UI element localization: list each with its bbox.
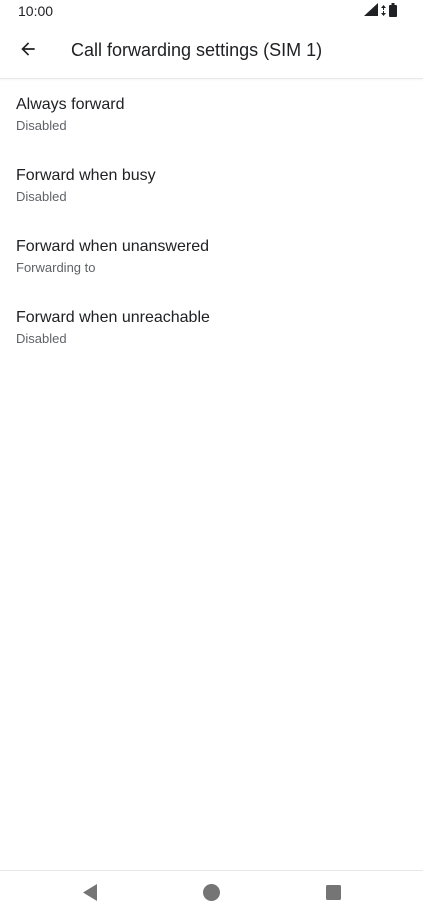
page-title: Call forwarding settings (SIM 1): [71, 40, 323, 60]
nav-home-circle-icon: [202, 884, 220, 906]
setting-forward-when-unreachable[interactable]: Forward when unreachable Disabled: [0, 292, 423, 363]
nav-recents-button[interactable]: [313, 879, 353, 911]
arrow-back-icon: [18, 39, 38, 64]
setting-summary: Disabled: [16, 189, 67, 204]
back-button[interactable]: [10, 33, 46, 69]
setting-summary: Forwarding to: [16, 260, 96, 275]
navigation-bar: [0, 870, 423, 918]
status-bar: 10:00: [0, 0, 423, 24]
nav-back-button[interactable]: [70, 879, 110, 911]
settings-list: Always forward Disabled Forward when bus…: [0, 79, 423, 363]
app-bar: Call forwarding settings (SIM 1): [0, 24, 423, 79]
nav-home-button[interactable]: [191, 879, 231, 911]
setting-summary: Disabled: [16, 118, 67, 133]
screen: 10:00 Call forwarding settings (SIM 1) A…: [0, 0, 423, 918]
setting-always-forward[interactable]: Always forward Disabled: [0, 79, 423, 150]
setting-title: Forward when busy: [16, 167, 156, 184]
setting-summary: Disabled: [16, 331, 67, 346]
setting-forward-when-unanswered[interactable]: Forward when unanswered Forwarding to: [0, 221, 423, 292]
nav-back-triangle-icon: [82, 884, 98, 906]
setting-forward-when-busy[interactable]: Forward when busy Disabled: [0, 150, 423, 221]
battery-icon: [389, 2, 397, 22]
setting-title: Always forward: [16, 96, 125, 113]
signal-icon: [364, 3, 378, 21]
setting-title: Forward when unreachable: [16, 309, 210, 326]
status-icons: [364, 2, 397, 22]
data-arrows-icon: [381, 3, 386, 21]
nav-recents-square-icon: [325, 885, 341, 905]
status-time: 10:00: [18, 3, 54, 19]
setting-title: Forward when unanswered: [16, 238, 209, 255]
